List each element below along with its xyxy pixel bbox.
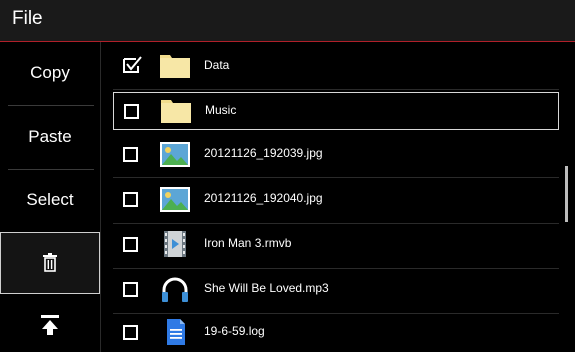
divider (113, 268, 559, 269)
select-label: Select (26, 190, 74, 209)
paste-button[interactable]: Paste (0, 106, 100, 168)
file-name: 20121126_192039.jpg (204, 146, 323, 160)
checkbox[interactable] (123, 192, 138, 207)
divider (113, 223, 559, 224)
file-name: Music (205, 103, 237, 117)
checked-checkbox-icon[interactable] (123, 56, 143, 74)
delete-button[interactable] (0, 232, 100, 294)
trash-icon (43, 253, 57, 272)
folder-icon (161, 100, 191, 123)
list-item[interactable]: 20121126_192039.jpg (113, 136, 559, 174)
headphones-icon (162, 277, 188, 302)
title-bar: File (0, 0, 575, 42)
file-name: Data (204, 58, 230, 72)
image-icon (160, 142, 190, 167)
copy-button[interactable]: Copy (0, 42, 100, 104)
scrollbar[interactable] (565, 166, 568, 222)
list-item[interactable]: 19-6-59.log (113, 314, 559, 352)
list-item[interactable]: Music (113, 92, 559, 130)
file-name: 20121126_192040.jpg (204, 191, 323, 205)
checkbox[interactable] (123, 325, 138, 340)
list-item[interactable]: Data (113, 48, 559, 86)
checkbox[interactable] (123, 237, 138, 252)
checkbox[interactable] (123, 282, 138, 297)
scroll-top-button[interactable] (0, 298, 100, 352)
divider (113, 177, 559, 178)
checkbox[interactable] (124, 104, 139, 119)
file-name: 19-6-59.log (204, 324, 265, 338)
file-manager: File Copy Paste Select Data Music 201211… (0, 0, 575, 352)
file-name: Iron Man 3.rmvb (204, 236, 292, 250)
image-icon (160, 187, 190, 212)
document-icon (167, 319, 185, 345)
scroll-to-top-icon (41, 315, 59, 335)
file-name: She Will Be Loved.mp3 (204, 281, 329, 295)
divider (113, 89, 559, 90)
copy-label: Copy (30, 63, 70, 82)
list-item[interactable]: 20121126_192040.jpg (113, 181, 559, 219)
list-item[interactable]: She Will Be Loved.mp3 (113, 271, 559, 309)
paste-label: Paste (28, 127, 72, 146)
video-icon (164, 231, 186, 257)
sidebar: Copy Paste Select (0, 42, 100, 352)
select-button[interactable]: Select (0, 170, 100, 230)
list-item[interactable]: Iron Man 3.rmvb (113, 226, 559, 264)
page-title: File (12, 8, 43, 29)
checkbox[interactable] (123, 147, 138, 162)
folder-icon (160, 55, 190, 78)
file-list: Data Music 20121126_192039.jpg 20121126_… (101, 42, 575, 352)
